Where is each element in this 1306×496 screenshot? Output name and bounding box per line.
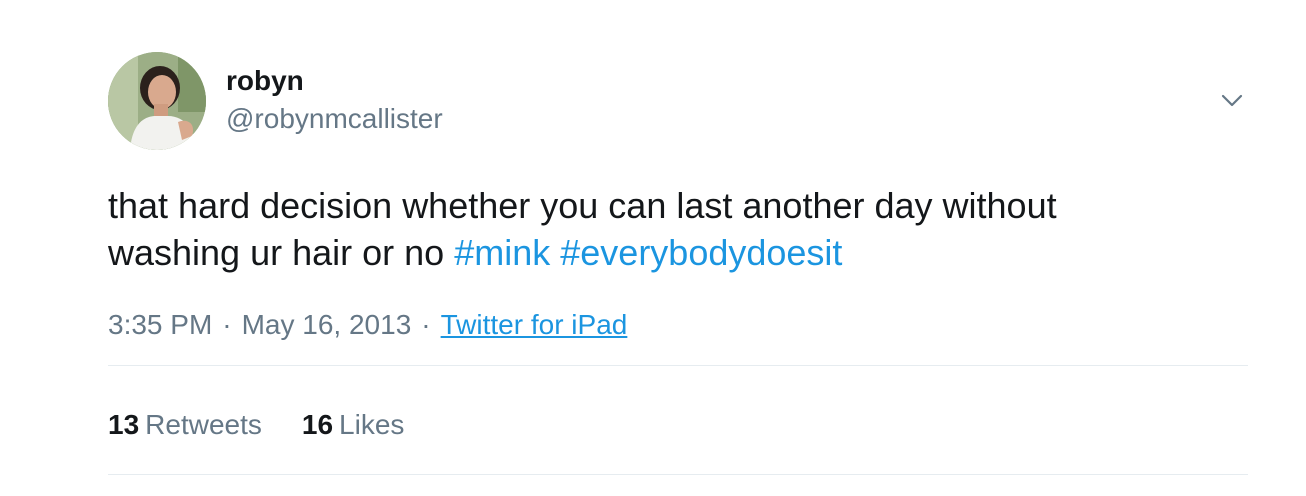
source-link[interactable]: Twitter for iPad	[441, 309, 628, 340]
retweets-label: Retweets	[145, 409, 262, 440]
user-photo-avatar-icon	[108, 52, 206, 150]
tweet-menu-button[interactable]	[1218, 86, 1246, 114]
meta-separator: ·	[222, 309, 232, 340]
tweet-date: May 16, 2013	[241, 309, 412, 340]
likes-stat[interactable]: 16 Likes	[302, 407, 405, 443]
tweet-stats: 13 Retweets 16 Likes	[108, 407, 404, 443]
tweet-text-line-2: washing ur hair or no	[108, 232, 445, 273]
author-display-name[interactable]: robyn	[226, 64, 304, 98]
hashtag-link-mink[interactable]: #mink	[454, 232, 550, 273]
tweet-card: robyn @robynmcallister that hard decisio…	[0, 0, 1306, 496]
retweets-count: 13	[108, 409, 140, 440]
retweets-stat[interactable]: 13 Retweets	[108, 407, 262, 443]
author-handle[interactable]: @robynmcallister	[226, 102, 443, 136]
tweet-time: 3:35 PM	[108, 309, 213, 340]
tweet-metadata: 3:35 PM · May 16, 2013 · Twitter for iPad	[108, 307, 627, 343]
meta-separator: ·	[421, 309, 431, 340]
divider	[108, 474, 1248, 475]
likes-label: Likes	[339, 409, 405, 440]
tweet-text: that hard decision whether you can last …	[108, 182, 1248, 276]
tweet-text-line-1: that hard decision whether you can last …	[108, 185, 1057, 226]
likes-count: 16	[301, 409, 334, 440]
avatar[interactable]	[108, 52, 206, 150]
chevron-down-icon	[1221, 94, 1243, 107]
divider	[108, 365, 1248, 366]
hashtag-link-everybodydoesit[interactable]: #everybodydoesit	[560, 232, 842, 273]
